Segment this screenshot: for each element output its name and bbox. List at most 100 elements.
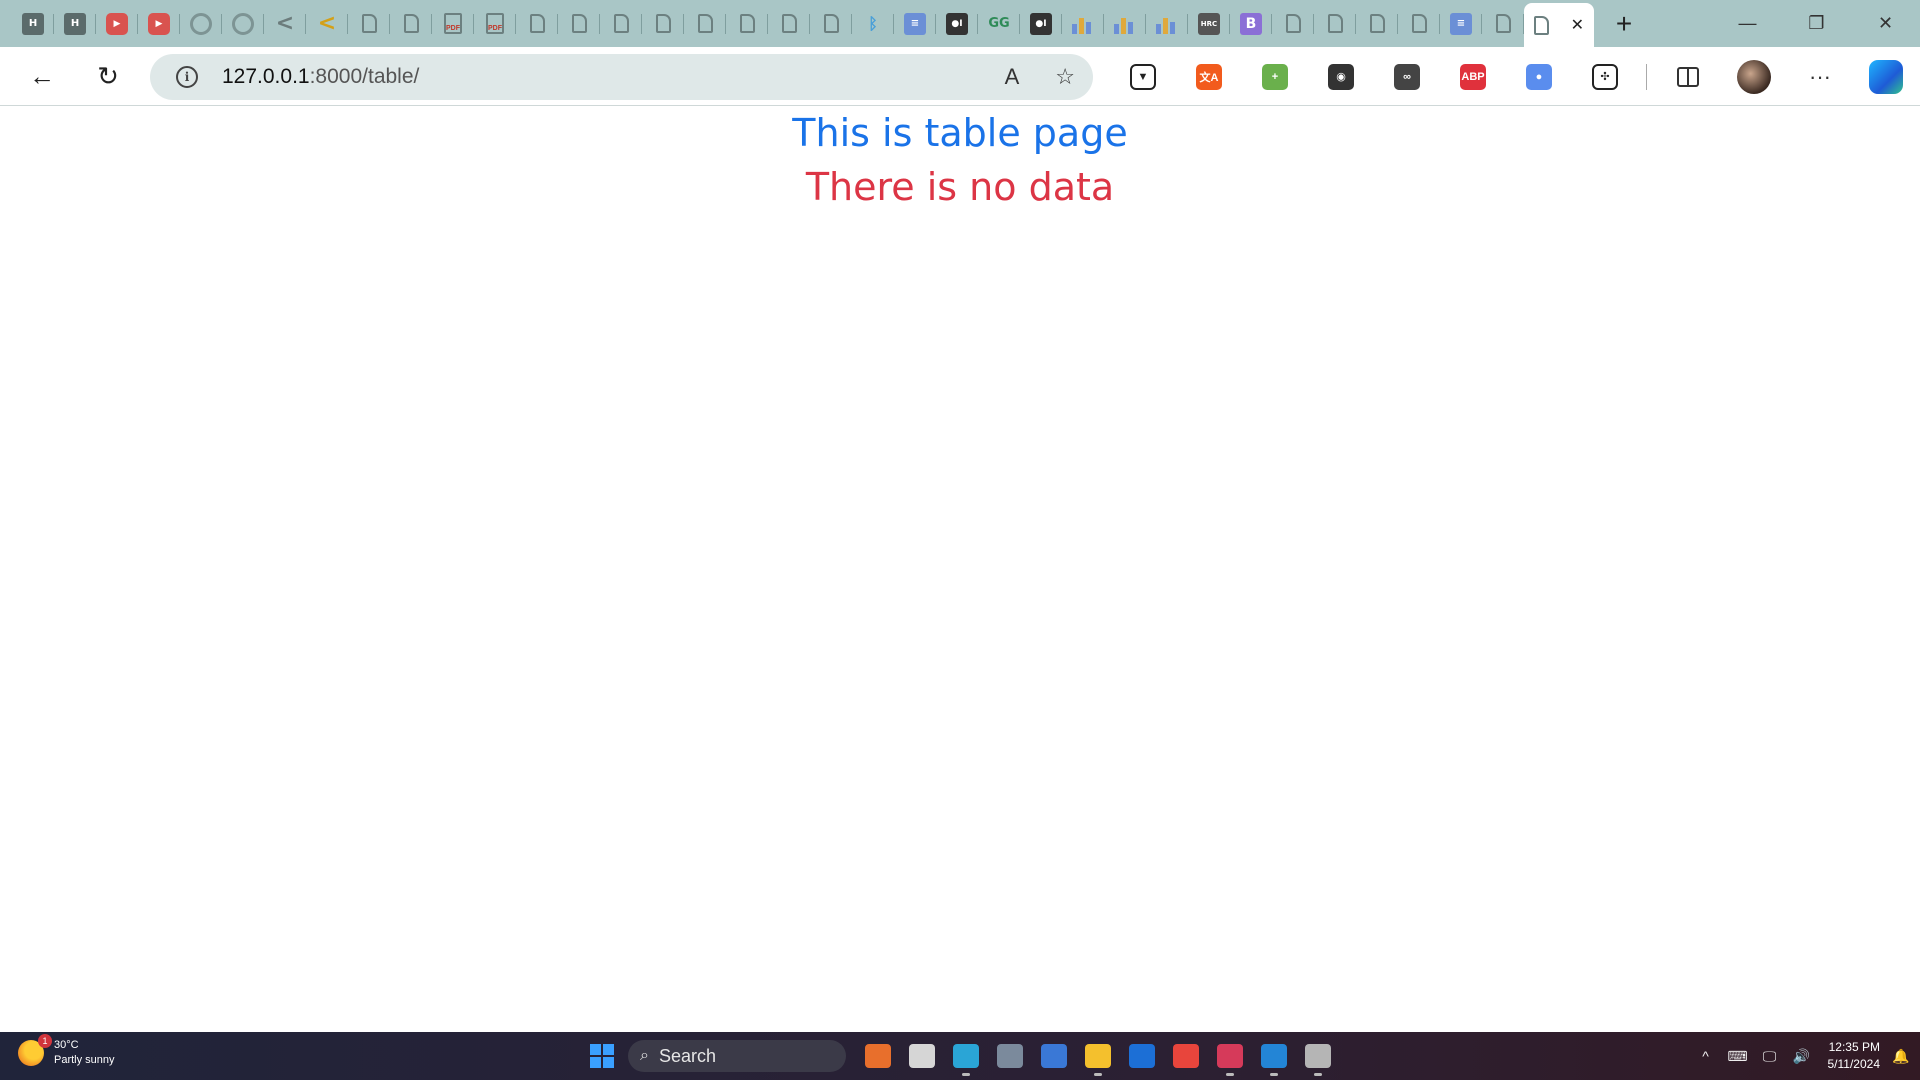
weather-widget[interactable]: 1 30°C Partly sunny (18, 1034, 115, 1068)
database-app-button[interactable] (1296, 1034, 1340, 1078)
network-icon[interactable]: 🖵 (1754, 1048, 1786, 1065)
browser-tab[interactable]: ≡ (894, 0, 936, 47)
shield-extension-icon: ▼ (1130, 63, 1156, 90)
search-label: Search (658, 1045, 717, 1066)
browser-tab[interactable]: PDF (432, 0, 474, 47)
minimize-button[interactable]: — (1713, 0, 1782, 47)
browser-tab[interactable] (1146, 0, 1188, 47)
browser-tab[interactable]: < (306, 0, 348, 47)
close-window-button[interactable]: ✕ (1851, 0, 1920, 47)
browser-tab[interactable] (726, 0, 768, 47)
browser-tab[interactable] (390, 0, 432, 47)
running-indicator (962, 1073, 970, 1076)
document-icon (1534, 15, 1549, 35)
split-screen-button[interactable] (1655, 47, 1721, 106)
calculator-app-button[interactable] (988, 1034, 1032, 1078)
shield-extension-button[interactable]: ▼ (1110, 47, 1176, 106)
notification-bell-icon[interactable]: 🔔 (1892, 1048, 1920, 1065)
browser-tab[interactable]: HRC (1188, 0, 1230, 47)
plus-extension-button[interactable]: + (1242, 47, 1308, 106)
browser-tab[interactable]: ▶ (96, 0, 138, 47)
document-icon (655, 14, 671, 33)
browser-tab[interactable]: ᛒ (852, 0, 894, 47)
browser-tab[interactable]: ▶ (138, 0, 180, 47)
browser-tab[interactable] (1398, 0, 1440, 47)
active-tab[interactable]: ✕ (1524, 3, 1594, 47)
copilot-button[interactable] (1853, 47, 1919, 106)
settings-more-button[interactable]: ··· (1787, 47, 1853, 106)
vscode-app-button[interactable] (1252, 1034, 1296, 1078)
browser-tab[interactable] (1482, 0, 1524, 47)
browser-tab[interactable]: ●I (1020, 0, 1062, 47)
browser-tab[interactable] (1272, 0, 1314, 47)
document-icon (739, 14, 755, 33)
browser-tab[interactable] (810, 0, 852, 47)
task-view-button[interactable] (900, 1034, 944, 1078)
profile-button[interactable] (1721, 47, 1787, 106)
file-explorer-button[interactable] (1076, 1034, 1120, 1078)
taskbar-search[interactable]: ⌕ Search (628, 1040, 846, 1072)
browser-tab[interactable] (1314, 0, 1356, 47)
spy-extension-button[interactable]: ∞ (1374, 47, 1440, 106)
clock[interactable]: 12:35 PM 5/11/2024 (1828, 1039, 1881, 1073)
read-aloud-icon[interactable]: A (1005, 64, 1020, 90)
browser-tab[interactable] (642, 0, 684, 47)
browser-tab[interactable] (1356, 0, 1398, 47)
adblock-extension-button[interactable]: ABP (1440, 47, 1506, 106)
browser-tab[interactable] (222, 0, 264, 47)
tray-chevron-icon[interactable]: ^ (1690, 1048, 1722, 1064)
browser-tab[interactable] (684, 0, 726, 47)
browser-tab[interactable] (768, 0, 810, 47)
puzzle-extensions-button[interactable]: ✣ (1572, 47, 1638, 106)
snipping-tool-button[interactable] (1208, 1034, 1252, 1078)
browser-tab[interactable]: H (12, 0, 54, 47)
multi-extension-button[interactable]: ● (1506, 47, 1572, 106)
copilot-app-button[interactable] (856, 1034, 900, 1078)
plus-extension-icon: + (1262, 63, 1288, 90)
new-tab-button[interactable]: + (1602, 2, 1646, 46)
notepad-app-icon (1041, 1044, 1067, 1068)
chrome-app-button[interactable] (1164, 1034, 1208, 1078)
address-bar[interactable]: i 127.0.0.1:8000/table/ A ☆ (150, 54, 1093, 100)
document-icon (1495, 14, 1511, 33)
browser-tab[interactable] (180, 0, 222, 47)
url-path: :8000/table/ (309, 65, 420, 88)
mail-app-button[interactable] (1120, 1034, 1164, 1078)
browser-tab[interactable]: < (264, 0, 306, 47)
browser-tab[interactable]: B (1230, 0, 1272, 47)
notepad-app-button[interactable] (1032, 1034, 1076, 1078)
start-button-icon[interactable] (590, 1044, 614, 1068)
browser-tab[interactable]: ●I (936, 0, 978, 47)
browser-tab[interactable]: GG (978, 0, 1020, 47)
favorite-star-icon[interactable]: ☆ (1055, 64, 1075, 90)
browser-tab[interactable] (1104, 0, 1146, 47)
restore-button[interactable]: ❐ (1782, 0, 1851, 47)
bootstrap-icon: B (1240, 12, 1262, 35)
reload-button[interactable]: ↻ (84, 52, 132, 100)
browser-tab[interactable]: ≡ (1440, 0, 1482, 47)
url-text[interactable]: 127.0.0.1:8000/table/ (222, 65, 419, 89)
chevron-icon: < (317, 11, 337, 36)
browser-tab[interactable] (348, 0, 390, 47)
document-icon (1411, 14, 1427, 33)
close-tab-icon[interactable]: ✕ (1571, 15, 1584, 35)
system-tray: ^ ⌨ 🖵 🔊 12:35 PM 5/11/2024 🔔 (1690, 1032, 1920, 1080)
document-icon (1369, 14, 1385, 33)
browser-tab[interactable] (558, 0, 600, 47)
translate-extension-button[interactable]: 文A (1176, 47, 1242, 106)
volume-icon[interactable]: 🔊 (1786, 1048, 1818, 1065)
copilot-app-icon (865, 1044, 891, 1068)
browser-tab[interactable] (600, 0, 642, 47)
taskbar-apps: ⌕ Search (590, 1032, 1340, 1080)
browser-tab[interactable]: H (54, 0, 96, 47)
color-picker-extension-icon: ◉ (1328, 63, 1354, 90)
back-button[interactable]: ← (18, 52, 66, 100)
color-picker-extension-button[interactable]: ◉ (1308, 47, 1374, 106)
document-icon (403, 14, 419, 33)
keyboard-icon[interactable]: ⌨ (1722, 1048, 1754, 1065)
browser-tab[interactable]: PDF (474, 0, 516, 47)
edge-app-button[interactable] (944, 1034, 988, 1078)
browser-tab[interactable] (1062, 0, 1104, 47)
site-info-icon[interactable]: i (176, 66, 198, 88)
browser-tab[interactable] (516, 0, 558, 47)
